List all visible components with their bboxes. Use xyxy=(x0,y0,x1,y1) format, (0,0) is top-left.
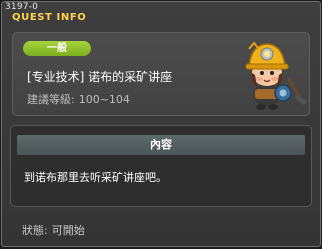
status-label: 狀態: xyxy=(22,224,48,237)
quest-status: 狀態: 可開始 xyxy=(22,222,89,238)
quest-content-panel: 內容 到诺布那里去听采矿讲座吧。 xyxy=(10,125,312,207)
level-range: 100~104 xyxy=(78,93,130,106)
miner-npc-icon xyxy=(245,41,307,110)
quest-name: [专业技术] 诺布的采矿讲座 xyxy=(27,70,173,84)
quest-category-badge: 一般 xyxy=(23,41,91,56)
quest-id: 3197-0 xyxy=(5,2,39,12)
status-value: 可開始 xyxy=(51,224,85,237)
window-title: QUEST INFO xyxy=(12,12,87,23)
quest-summary-panel: 一般 [专业技术] 诺布的采矿讲座 建議等級: 100~104 xyxy=(12,32,310,116)
content-header: 內容 xyxy=(17,135,305,155)
recommended-level: 建議等級: 100~104 xyxy=(27,91,134,107)
content-text: 到诺布那里去听采矿讲座吧。 xyxy=(24,171,167,184)
level-label: 建議等級: xyxy=(27,93,75,106)
quest-info-window: 3197-0 QUEST INFO 一般 [专业技术] 诺布的采矿讲座 建議等級… xyxy=(1,1,321,247)
